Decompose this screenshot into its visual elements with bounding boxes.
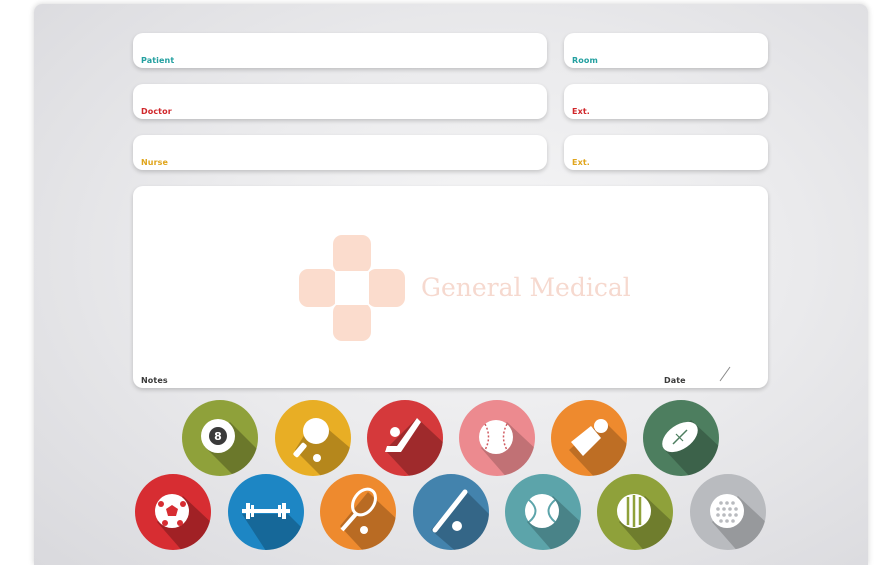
medical-cross-logo-icon [299, 235, 405, 341]
volleyball-icon[interactable] [597, 474, 673, 550]
nurse-ext-label: Ext. [572, 158, 590, 167]
ping-pong-icon[interactable] [275, 400, 351, 476]
tennis-ball-icon[interactable] [505, 474, 581, 550]
notes-label: Notes [141, 376, 168, 385]
patient-field[interactable]: Patient [133, 33, 547, 68]
doctor-field[interactable]: Doctor [133, 84, 547, 119]
billiard-ball-icon[interactable]: 8 [182, 400, 258, 476]
doctor-label: Doctor [141, 107, 172, 116]
football-icon[interactable] [643, 400, 719, 476]
nurse-ext-field[interactable]: Ext. [564, 135, 768, 170]
patient-label: Patient [141, 56, 175, 65]
date-slash-icon [719, 366, 731, 382]
watermark-text: General Medical [421, 273, 631, 302]
svg-text:8: 8 [214, 430, 222, 443]
general-medical-watermark: General Medical [299, 235, 631, 341]
golf-ball-icon[interactable] [690, 474, 766, 550]
dumbbell-icon[interactable] [228, 474, 304, 550]
soccer-ball-icon[interactable] [135, 474, 211, 550]
tennis-racket-icon[interactable] [320, 474, 396, 550]
room-field[interactable]: Room [564, 33, 768, 68]
notes-area[interactable]: General Medical Notes Date [133, 186, 768, 388]
hockey-stick-icon[interactable] [367, 400, 443, 476]
nurse-label: Nurse [141, 158, 169, 167]
doctor-ext-label: Ext. [572, 107, 590, 116]
whiteboard: Patient Room Doctor Ext. Nurse Ext. Gene… [34, 4, 868, 565]
baseball-icon[interactable] [459, 400, 535, 476]
baseball-bat-icon[interactable] [413, 474, 489, 550]
room-label: Room [572, 56, 598, 65]
nurse-field[interactable]: Nurse [133, 135, 547, 170]
date-label: Date [664, 376, 686, 385]
doctor-ext-field[interactable]: Ext. [564, 84, 768, 119]
shuttlecock-icon[interactable] [551, 400, 627, 476]
